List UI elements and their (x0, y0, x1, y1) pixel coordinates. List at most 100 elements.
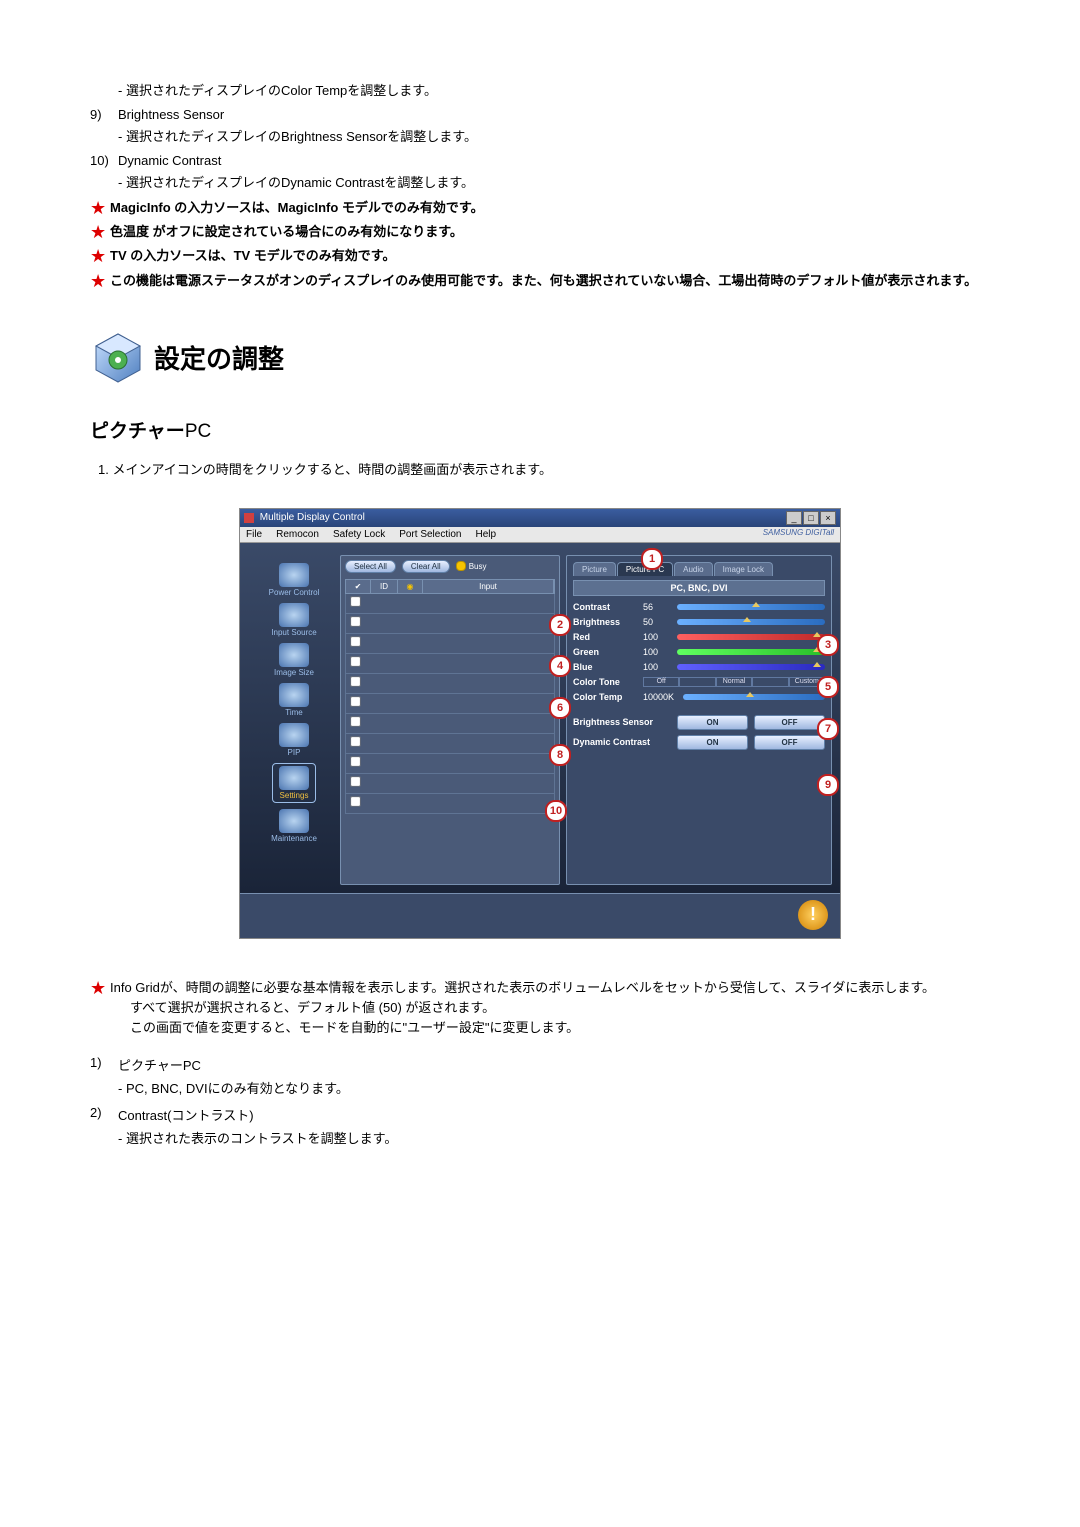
red-slider[interactable] (677, 634, 825, 640)
info-grid-panel: Select All Clear All Busy ✔ ID ◉ Input (340, 555, 560, 885)
note-sub1: すべて選択が選択されると、デフォルト値 (50) が返されます。 (130, 999, 990, 1017)
menu-bar: File Remocon Safety Lock Port Selection … (240, 527, 840, 543)
sidebar-item-pip[interactable]: PIP (279, 723, 309, 757)
contrast-slider[interactable] (677, 604, 825, 610)
green-slider[interactable] (677, 649, 825, 655)
note-item: ★ Info Gridが、時間の調整に必要な基本情報を表示します。選択された表示… (90, 979, 990, 1040)
table-row[interactable] (345, 694, 555, 714)
tab-audio[interactable]: Audio (674, 562, 712, 576)
table-row[interactable] (345, 614, 555, 634)
color-tone-bar[interactable]: Off Normal Custom (643, 677, 825, 687)
grid-header-check: ✔ (346, 580, 371, 593)
sidebar-item-settings[interactable]: Settings (272, 763, 316, 803)
menu-safety-lock[interactable]: Safety Lock (333, 529, 385, 540)
grid-header-id: ID (371, 580, 398, 593)
item-title: Brightness Sensor (118, 107, 990, 122)
row-checkbox[interactable] (350, 657, 360, 667)
table-row[interactable] (345, 594, 555, 614)
pip-icon (279, 723, 309, 747)
color-temp-label: Color Temp (573, 692, 643, 702)
clear-all-button[interactable]: Clear All (402, 560, 450, 573)
off-button[interactable]: OFF (754, 735, 825, 750)
dynamic-contrast-toggle: ON OFF (677, 735, 825, 750)
star-icon: ★ (90, 247, 110, 265)
sidebar-item-power-control[interactable]: Power Control (269, 563, 320, 597)
mdc-window: Multiple Display Control _□× File Remoco… (239, 508, 841, 939)
sidebar-item-label: Settings (280, 791, 309, 800)
row-checkbox[interactable] (350, 717, 360, 727)
blue-slider[interactable] (677, 664, 825, 670)
menu-help[interactable]: Help (475, 529, 496, 540)
sidebar-item-time[interactable]: Time (279, 683, 309, 717)
select-all-button[interactable]: Select All (345, 560, 396, 573)
item-title: Dynamic Contrast (118, 153, 990, 168)
green-value: 100 (643, 647, 677, 657)
row-checkbox[interactable] (350, 777, 360, 787)
row-checkbox[interactable] (350, 617, 360, 627)
off-button[interactable]: OFF (754, 715, 825, 730)
slider-thumb-icon (752, 602, 760, 607)
row-checkbox[interactable] (350, 677, 360, 687)
grid-toolbar: Select All Clear All Busy (345, 560, 555, 573)
tabs: Picture Picture PC Audio Image Lock (573, 562, 825, 576)
on-button[interactable]: ON (677, 735, 748, 750)
blue-value: 100 (643, 662, 677, 672)
item-number: 1) (90, 1055, 118, 1074)
maximize-icon[interactable]: □ (803, 511, 819, 525)
item-desc: - PC, BNC, DVIにのみ有効となります。 (118, 1078, 990, 1097)
table-row[interactable] (345, 674, 555, 694)
window-titlebar: Multiple Display Control _□× (240, 509, 840, 527)
table-row[interactable] (345, 654, 555, 674)
menu-remocon[interactable]: Remocon (276, 529, 319, 540)
row-checkbox[interactable] (350, 797, 360, 807)
note-item: ★ TV の入力ソースは、TV モデルでのみ有効です。 (90, 247, 990, 265)
sub-heading-prefix: ピクチャー (90, 421, 185, 442)
row-checkbox[interactable] (350, 737, 360, 747)
row-checkbox[interactable] (350, 637, 360, 647)
note-item: ★ MagicInfo の入力ソースは、MagicInfo モデルでのみ有効です… (90, 199, 990, 217)
red-row: Red 100 (573, 632, 825, 642)
slider-thumb-icon (746, 692, 754, 697)
brightness-sensor-row: Brightness Sensor ON OFF (573, 715, 825, 730)
blue-label: Blue (573, 662, 643, 672)
table-row[interactable] (345, 714, 555, 734)
contrast-value: 56 (643, 602, 677, 612)
input-icon (279, 603, 309, 627)
clock-icon (279, 683, 309, 707)
table-row[interactable] (345, 734, 555, 754)
brightness-slider[interactable] (677, 619, 825, 625)
color-temp-slider[interactable] (683, 694, 825, 700)
sidebar-item-maintenance[interactable]: Maintenance (271, 809, 317, 843)
table-row[interactable] (345, 774, 555, 794)
table-row[interactable] (345, 794, 555, 814)
tab-picture[interactable]: Picture (573, 562, 616, 576)
row-checkbox[interactable] (350, 757, 360, 767)
note-text: TV の入力ソースは、TV モデルでのみ有効です。 (110, 247, 990, 265)
section-heading: 設定の調整 (90, 330, 990, 386)
menu-file[interactable]: File (246, 529, 262, 540)
minimize-icon[interactable]: _ (786, 511, 802, 525)
on-button[interactable]: ON (677, 715, 748, 730)
red-label: Red (573, 632, 643, 642)
callout-8: 8 (549, 744, 571, 766)
dynamic-contrast-label: Dynamic Contrast (573, 737, 677, 747)
table-row[interactable] (345, 754, 555, 774)
note-item: ★ この機能は電源ステータスがオンのディスプレイのみ使用可能です。また、何も選択… (90, 272, 990, 290)
callout-6: 6 (549, 697, 571, 719)
menu-port-selection[interactable]: Port Selection (399, 529, 461, 540)
table-row[interactable] (345, 634, 555, 654)
red-value: 100 (643, 632, 677, 642)
sidebar-item-label: Image Size (274, 668, 314, 677)
tab-image-lock[interactable]: Image Lock (714, 562, 773, 576)
item-title: Contrast(コントラスト) (118, 1105, 990, 1124)
close-icon[interactable]: × (820, 511, 836, 525)
green-row: Green 100 (573, 647, 825, 657)
item-number: 10) (90, 153, 118, 168)
row-checkbox[interactable] (350, 697, 360, 707)
callout-7: 7 (817, 718, 839, 740)
item-number: 9) (90, 107, 118, 122)
row-checkbox[interactable] (350, 597, 360, 607)
sidebar-item-image-size[interactable]: Image Size (274, 643, 314, 677)
sidebar-item-input-source[interactable]: Input Source (271, 603, 316, 637)
warning-icon: ! (798, 900, 828, 930)
